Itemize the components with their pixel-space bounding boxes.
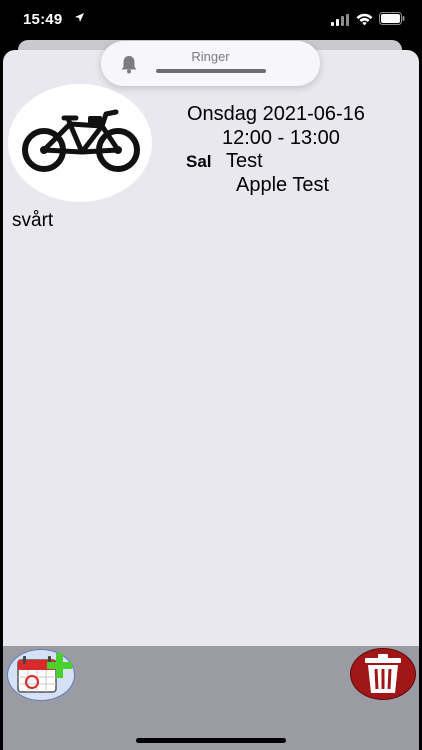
ringer-hud: Ringer bbox=[101, 41, 320, 86]
sal-value: Test bbox=[226, 150, 263, 172]
sal-label: Sal bbox=[186, 152, 212, 171]
status-bar: 15:49 bbox=[0, 0, 422, 40]
bottom-toolbar bbox=[3, 646, 419, 750]
event-time-range: 12:00 - 13:00 bbox=[222, 127, 340, 149]
home-indicator[interactable] bbox=[136, 738, 286, 743]
add-to-calendar-button[interactable] bbox=[7, 649, 75, 701]
calendar-add-icon bbox=[17, 653, 72, 693]
cellular-signal-icon bbox=[331, 14, 349, 26]
status-time: 15:49 bbox=[23, 11, 63, 28]
event-description: svårt bbox=[12, 210, 54, 231]
location-arrow-icon bbox=[75, 13, 84, 22]
bicycle-icon bbox=[22, 109, 140, 172]
delete-button[interactable] bbox=[350, 648, 416, 700]
trash-icon bbox=[365, 654, 401, 693]
ringer-volume-bar bbox=[156, 69, 266, 73]
ringer-label: Ringer bbox=[191, 49, 230, 64]
event-detail-sheet: Onsdag 2021-06-16 12:00 - 13:00 Sal Test… bbox=[3, 50, 419, 750]
battery-icon bbox=[379, 12, 405, 25]
event-date: Onsdag 2021-06-16 bbox=[187, 103, 365, 125]
wifi-icon bbox=[356, 13, 373, 26]
event-image bbox=[8, 84, 152, 202]
event-organizer: Apple Test bbox=[236, 174, 330, 196]
